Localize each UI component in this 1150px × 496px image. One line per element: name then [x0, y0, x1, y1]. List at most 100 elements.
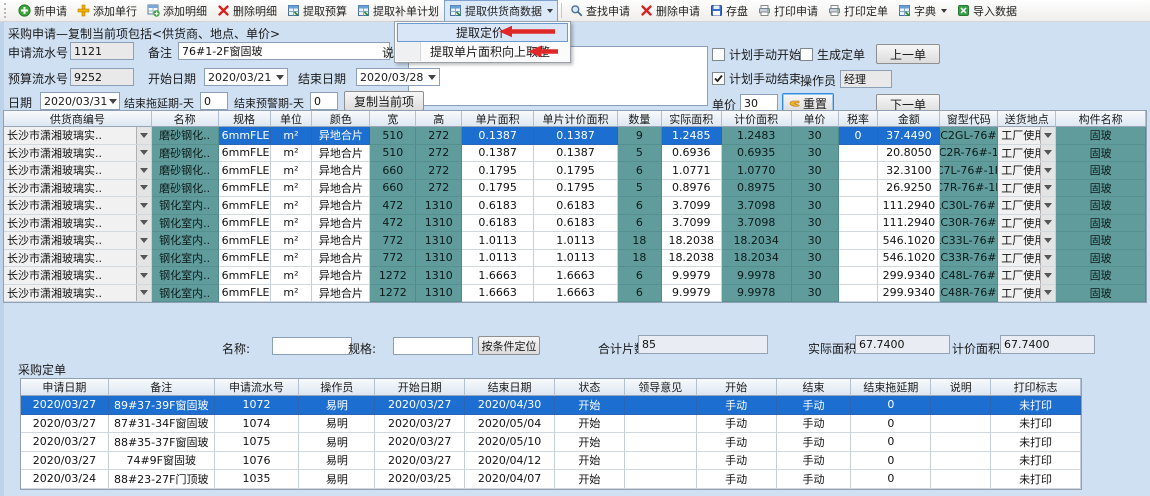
toolbar-delete-request-button[interactable]: 删除申请: [635, 0, 705, 22]
column-header[interactable]: 单片面积: [462, 111, 534, 127]
toolbar-extract-supplier-button[interactable]: 提取供货商数据: [444, 0, 558, 22]
toolbar-print-request-button[interactable]: 打印申请: [753, 0, 823, 22]
toolbar-find-request-button[interactable]: 查找申请: [565, 0, 635, 22]
column-header[interactable]: 单片计价面积: [534, 111, 618, 127]
toolbar-extract-supp-plan-button[interactable]: 提取补单计划: [352, 0, 444, 22]
column-header[interactable]: 计价面积: [722, 111, 792, 127]
cell-dropdown[interactable]: 工厂使用: [998, 232, 1056, 250]
cell-dropdown[interactable]: 工厂使用: [998, 197, 1056, 215]
cell-dropdown[interactable]: 长沙市潇湘玻璃实..: [4, 250, 152, 268]
detail-row[interactable]: 长沙市潇湘玻璃实..钢化室内..6mmFLE..m²异地合片77213101.0…: [4, 232, 1146, 250]
column-header[interactable]: 规格: [219, 111, 271, 127]
column-header[interactable]: 高: [416, 111, 462, 127]
cell-dropdown[interactable]: 工厂使用: [998, 127, 1056, 145]
column-header[interactable]: 税率: [839, 111, 879, 127]
toolbar-extract-budget-button[interactable]: 提取预算: [282, 0, 352, 22]
toolbar-print-order-button[interactable]: 打印定单: [823, 0, 893, 22]
column-header[interactable]: 单价: [792, 111, 839, 127]
column-header[interactable]: 状态: [555, 379, 625, 396]
toolbar-delete-detail-button[interactable]: 删除明细: [212, 0, 282, 22]
cell-dropdown[interactable]: 工厂使用: [998, 267, 1056, 285]
column-header[interactable]: 结束: [777, 379, 852, 396]
column-header[interactable]: 名称: [152, 111, 219, 127]
toolbar-new-request-button[interactable]: 新申请: [13, 0, 72, 22]
plan-manual-end-checkbox[interactable]: 计划手动结束: [712, 70, 801, 87]
column-header[interactable]: 备注: [109, 379, 215, 396]
column-header[interactable]: 数量: [618, 111, 662, 127]
filter-name-input[interactable]: [272, 337, 352, 355]
cell: 开始: [555, 396, 625, 415]
column-header[interactable]: 操作员: [299, 379, 375, 396]
detail-row[interactable]: 长沙市潇湘玻璃实..钢化室内..6mmFLE..m²异地合片127213101.…: [4, 267, 1146, 285]
remark-input[interactable]: [178, 42, 390, 60]
date-picker[interactable]: 2020/03/31: [40, 92, 120, 110]
cell-dropdown[interactable]: 工厂使用: [998, 145, 1056, 163]
plan-manual-start-checkbox[interactable]: 计划手动开始: [712, 46, 801, 63]
cell-dropdown[interactable]: 工厂使用: [998, 162, 1056, 180]
generate-order-checkbox[interactable]: 生成定单: [800, 46, 865, 63]
order-row[interactable]: 2020/03/2488#23-27F门顶玻1035易明2020/03/2520…: [21, 470, 1081, 489]
previous-order-button[interactable]: 上一单: [876, 44, 940, 64]
start-date-picker[interactable]: 2020/03/21: [204, 68, 288, 86]
column-header[interactable]: 申请流水号: [215, 379, 300, 396]
cell-dropdown[interactable]: 工厂使用: [998, 285, 1056, 303]
copy-current-button[interactable]: 复制当前项: [344, 91, 424, 111]
column-header[interactable]: 申请日期: [21, 379, 109, 396]
column-header[interactable]: 领导意见: [625, 379, 697, 396]
detail-row[interactable]: 长沙市潇湘玻璃实..磨砂钢化..6mmFLE..m²异地合片6602720.17…: [4, 162, 1146, 180]
cell-dropdown[interactable]: 长沙市潇湘玻璃实..: [4, 285, 152, 303]
column-header[interactable]: 打印标志: [991, 379, 1081, 396]
column-header[interactable]: 金额: [878, 111, 940, 127]
column-header[interactable]: 颜色: [312, 111, 370, 127]
toolbar-grip[interactable]: [4, 3, 9, 18]
serial-input[interactable]: [70, 42, 134, 60]
toolbar-import-data-button[interactable]: 导入数据: [952, 0, 1022, 22]
detail-row[interactable]: 长沙市潇湘玻璃实..磨砂钢化..6mmFLE..m²异地合片6602720.17…: [4, 180, 1146, 198]
end-warning-input[interactable]: [310, 92, 338, 110]
cell-dropdown[interactable]: 长沙市潇湘玻璃实..: [4, 267, 152, 285]
detail-row[interactable]: 长沙市潇湘玻璃实..钢化室内..6mmFLE..m²异地合片77213101.0…: [4, 250, 1146, 268]
filter-spec-input[interactable]: [393, 337, 473, 355]
column-header[interactable]: 宽: [370, 111, 416, 127]
cell-dropdown[interactable]: 长沙市潇湘玻璃实..: [4, 127, 152, 145]
toolbar-add-row-button[interactable]: 添加单行: [72, 0, 142, 22]
toolbar-save-button[interactable]: 存盘: [705, 0, 753, 22]
detail-row[interactable]: 长沙市潇湘玻璃实..钢化室内..6mmFLE..m²异地合片47213100.6…: [4, 197, 1146, 215]
cell-dropdown[interactable]: 长沙市潇湘玻璃实..: [4, 197, 152, 215]
column-header[interactable]: 开始日期: [375, 379, 465, 396]
cell-dropdown[interactable]: 工厂使用: [998, 250, 1056, 268]
detail-row[interactable]: 长沙市潇湘玻璃实..磨砂钢化..6mmFLE..m²异地合片5102720.13…: [4, 127, 1146, 145]
budget-serial-input[interactable]: [70, 68, 134, 86]
order-row[interactable]: 2020/03/2787#31-34F窗固玻1074易明2020/03/2720…: [21, 415, 1081, 434]
column-header[interactable]: 单位: [271, 111, 313, 127]
detail-row[interactable]: 长沙市潇湘玻璃实..钢化室内..6mmFLE..m²异地合片127213101.…: [4, 285, 1146, 303]
column-header[interactable]: 送货地点: [998, 111, 1056, 127]
cell-dropdown[interactable]: 长沙市潇湘玻璃实..: [4, 180, 152, 198]
column-header[interactable]: 供货商编号: [4, 111, 152, 127]
column-header[interactable]: 构件名称: [1056, 111, 1146, 127]
cell: 0.6183: [462, 215, 534, 233]
end-delay-input[interactable]: [200, 92, 228, 110]
operator-input[interactable]: [840, 70, 892, 88]
cell-dropdown[interactable]: 工厂使用: [998, 180, 1056, 198]
cell-dropdown[interactable]: 长沙市潇湘玻璃实..: [4, 215, 152, 233]
order-row[interactable]: 2020/03/2789#37-39F窗固玻1072易明2020/03/2720…: [21, 396, 1081, 415]
detail-row[interactable]: 长沙市潇湘玻璃实..磨砂钢化..6mmFLE..m²异地合片5102720.13…: [4, 145, 1146, 163]
column-header[interactable]: 结束日期: [465, 379, 555, 396]
toolbar-dictionary-button[interactable]: 字典: [893, 0, 952, 22]
end-date-picker[interactable]: 2020/03/28: [356, 68, 440, 86]
detail-row[interactable]: 长沙市潇湘玻璃实..钢化室内..6mmFLE..m²异地合片47213100.6…: [4, 215, 1146, 233]
cell-dropdown[interactable]: 长沙市潇湘玻璃实..: [4, 232, 152, 250]
column-header[interactable]: 说明: [931, 379, 991, 396]
cell-dropdown[interactable]: 长沙市潇湘玻璃实..: [4, 162, 152, 180]
cell-dropdown[interactable]: 工厂使用: [998, 215, 1056, 233]
locate-by-condition-button[interactable]: 按条件定位: [478, 336, 540, 355]
order-row[interactable]: 2020/03/2774#9F窗固玻1076易明2020/03/272020/0…: [21, 452, 1081, 471]
column-header[interactable]: 结束拖延期: [851, 379, 931, 396]
toolbar-add-detail-button[interactable]: 添加明细: [142, 0, 212, 22]
cell-dropdown[interactable]: 长沙市潇湘玻璃实..: [4, 145, 152, 163]
column-header[interactable]: 实际面积: [662, 111, 722, 127]
column-header[interactable]: 窗型代码: [940, 111, 998, 127]
column-header[interactable]: 开始: [697, 379, 777, 396]
order-row[interactable]: 2020/03/2788#35-37F窗固玻1075易明2020/03/2720…: [21, 433, 1081, 452]
